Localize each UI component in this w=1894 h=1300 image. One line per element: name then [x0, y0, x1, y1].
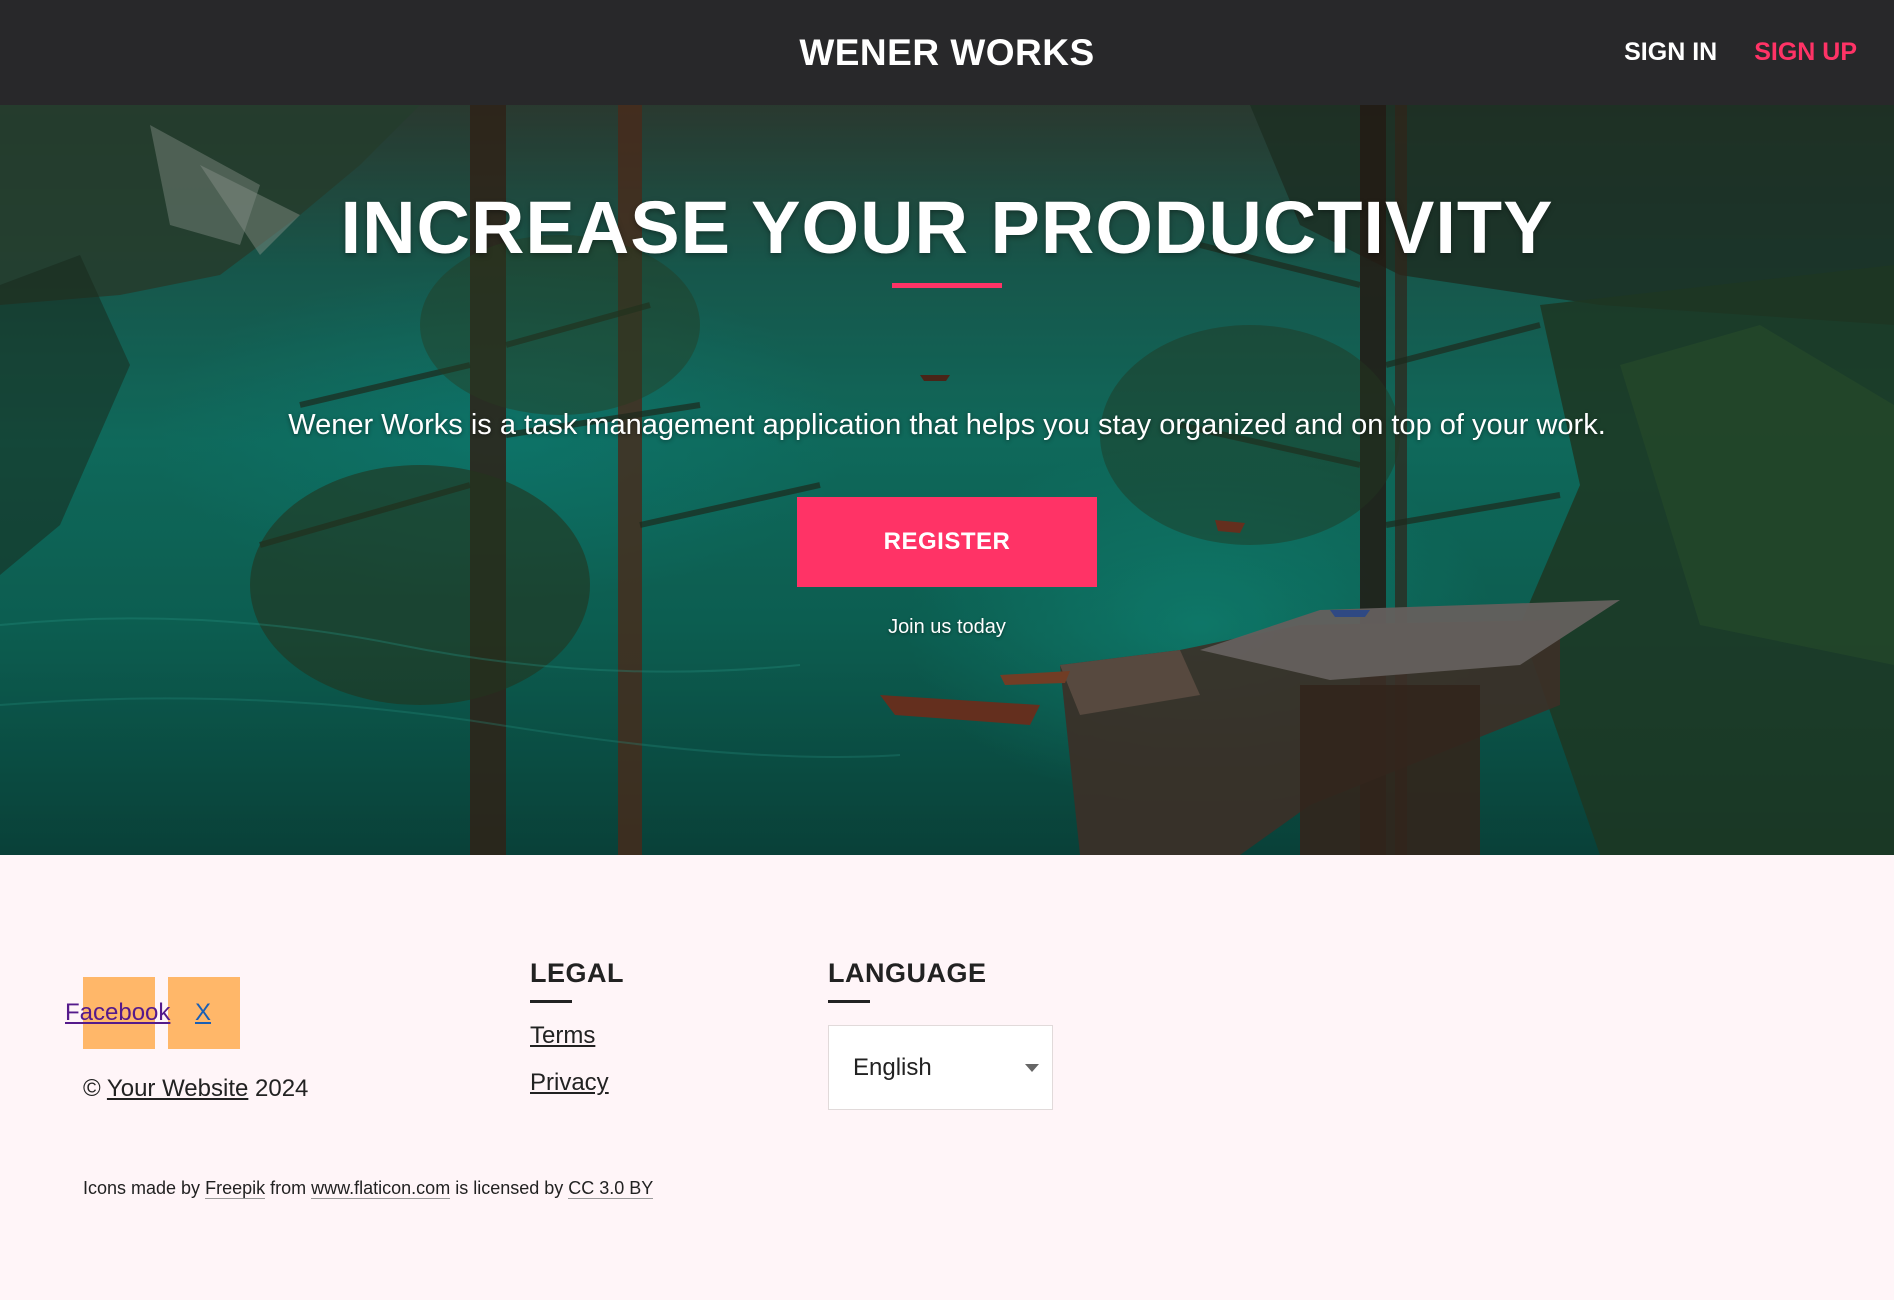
- privacy-link[interactable]: Privacy: [530, 1069, 609, 1097]
- brand-title[interactable]: WENER WORKS: [0, 0, 1894, 105]
- language-select[interactable]: English: [828, 1025, 1053, 1110]
- language-selected-value: English: [853, 1053, 932, 1081]
- freepik-link[interactable]: Freepik: [205, 1178, 266, 1199]
- x-link[interactable]: X: [195, 999, 211, 1027]
- hero-description: Wener Works is a task management applica…: [288, 409, 1606, 441]
- sign-up-link[interactable]: SIGN UP: [1754, 38, 1857, 67]
- copyright-symbol: ©: [83, 1075, 101, 1102]
- icon-credits: Icons made by Freepik from www.flaticon.…: [83, 1178, 654, 1199]
- copyright-year: 2024: [255, 1075, 309, 1102]
- terms-link[interactable]: Terms: [530, 1022, 595, 1050]
- auth-nav: SIGN IN SIGN UP: [1624, 0, 1857, 105]
- flaticon-link[interactable]: www.flaticon.com: [311, 1178, 451, 1199]
- top-navigation-bar: WENER WORKS SIGN IN SIGN UP: [0, 0, 1894, 105]
- chevron-down-icon: [1025, 1064, 1039, 1072]
- license-link[interactable]: CC 3.0 BY: [568, 1178, 654, 1199]
- hero-heading-underline: [892, 283, 1002, 288]
- legal-heading: LEGAL: [530, 958, 624, 988]
- facebook-link[interactable]: Facebook: [65, 999, 170, 1027]
- credits-from: from: [270, 1178, 307, 1198]
- legal-heading-underline: [530, 1000, 572, 1003]
- sign-in-link[interactable]: SIGN IN: [1624, 38, 1717, 67]
- language-heading: LANGUAGE: [828, 958, 987, 988]
- footer: Facebook X © Your Website 2024 LEGAL Ter…: [0, 855, 1894, 1300]
- credits-licensed: is licensed by: [455, 1178, 564, 1198]
- hero-section: INCREASE YOUR PRODUCTIVITY Wener Works i…: [0, 105, 1894, 855]
- join-note: Join us today: [888, 616, 1006, 638]
- copyright: © Your Website 2024: [83, 1075, 308, 1103]
- credits-prefix: Icons made by: [83, 1178, 201, 1198]
- website-link[interactable]: Your Website: [107, 1075, 248, 1102]
- hero-heading: INCREASE YOUR PRODUCTIVITY: [340, 186, 1554, 269]
- register-button[interactable]: REGISTER: [797, 497, 1097, 587]
- language-heading-underline: [828, 1000, 870, 1003]
